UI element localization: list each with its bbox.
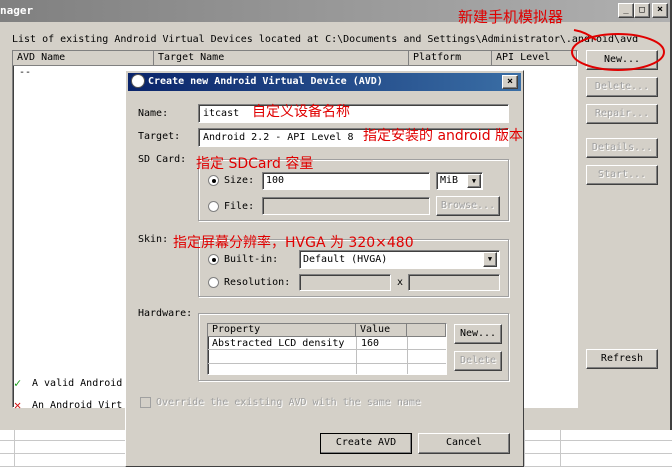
resolution-x: x (397, 277, 404, 288)
hardware-label: Hardware: (138, 308, 193, 319)
details-avd-button[interactable]: Details... (586, 138, 658, 158)
annotation-sdcard-capacity: 指定 SDCard 容量 (196, 156, 314, 172)
resolution-label: Resolution: (224, 277, 291, 288)
annotation-custom-name: 自定义设备名称 (252, 104, 350, 120)
create-avd-button[interactable]: Create AVD (320, 433, 412, 454)
legend-invalid: An Android Virt (32, 400, 123, 411)
target-label: Target: (138, 131, 181, 142)
hw-col-blank (407, 324, 446, 337)
override-label: Override the existing AVD with the same … (156, 397, 421, 408)
name-input-value: itcast (203, 108, 240, 119)
file-input[interactable] (262, 197, 430, 215)
target-select-value: Android 2.2 - API Level 8 (203, 132, 354, 143)
browse-button[interactable]: Browse... (436, 196, 500, 216)
col-platform[interactable]: Platform (409, 51, 492, 66)
legend-valid: A valid Android (32, 378, 123, 389)
hw-col-value[interactable]: Value (356, 324, 407, 337)
annotation-skin-resolution: 指定屏幕分辨率，HVGA 为 320×480 (173, 235, 414, 251)
dialog-close-button[interactable]: × (502, 75, 518, 89)
hw-row-property: Abstracted LCD density (212, 338, 345, 349)
refresh-button[interactable]: Refresh (586, 349, 658, 369)
size-unit-select[interactable]: MiB ▼ (436, 172, 483, 190)
hw-row[interactable]: Abstracted LCD density 160 (208, 337, 446, 350)
hw-col-divider-1 (356, 337, 357, 374)
builtin-label: Built-in: (224, 254, 279, 265)
file-label: File: (224, 201, 255, 212)
skin-label: Skin: (138, 234, 169, 245)
start-avd-button[interactable]: Start... (586, 165, 658, 185)
size-unit-dropdown-icon[interactable]: ▼ (467, 174, 481, 188)
cancel-button[interactable]: Cancel (418, 433, 510, 454)
valid-check-icon: ✓ (14, 376, 22, 390)
close-button[interactable]: × (652, 3, 668, 18)
size-input-value: 100 (266, 175, 285, 186)
override-checkbox[interactable] (140, 397, 151, 408)
list-caption: List of existing Android Virtual Devices… (12, 34, 639, 45)
col-api-level[interactable]: API Level (492, 51, 577, 66)
empty-row: -- (19, 67, 32, 78)
resolution-width-input[interactable] (299, 274, 391, 291)
sdcard-label: SD Card: (138, 154, 187, 165)
annotation-ellipse (571, 29, 665, 71)
builtin-select[interactable]: Default (HVGA) ▼ (299, 250, 500, 269)
hw-col-divider-2 (407, 337, 408, 374)
file-radio[interactable] (208, 201, 219, 212)
main-titlebar: nager _ □ × (0, 0, 670, 22)
builtin-dropdown-icon[interactable]: ▼ (483, 252, 497, 267)
col-avd-name[interactable]: AVD Name (13, 51, 154, 66)
resolution-height-input[interactable] (408, 274, 500, 291)
builtin-select-value: Default (HVGA) (303, 254, 388, 265)
dialog-titlebar: Create new Android Virtual Device (AVD) … (128, 73, 521, 91)
maximize-button[interactable]: □ (634, 3, 650, 18)
dialog-title: Create new Android Virtual Device (AVD) (148, 76, 383, 87)
size-label: Size: (224, 175, 255, 186)
repair-avd-button[interactable]: Repair... (586, 104, 658, 124)
size-unit-value: MiB (440, 175, 459, 186)
invalid-x-icon: ✕ (14, 398, 22, 412)
col-target-name[interactable]: Target Name (154, 51, 409, 66)
hw-delete-button[interactable]: Delete (454, 351, 502, 371)
main-title: nager (0, 4, 34, 17)
size-input[interactable]: 100 (262, 172, 430, 190)
hw-new-button[interactable]: New... (454, 324, 502, 344)
annotation-target-version: 指定安装的 android 版本 (363, 128, 524, 144)
eclipse-icon (131, 74, 145, 88)
hw-row-line (208, 363, 446, 364)
hw-col-property[interactable]: Property (208, 324, 356, 337)
name-input[interactable]: itcast (198, 104, 509, 123)
hardware-table[interactable]: Property Value Abstracted LCD density 16… (207, 323, 447, 375)
size-radio[interactable] (208, 175, 219, 186)
delete-avd-button[interactable]: Delete... (586, 77, 658, 97)
name-label: Name: (138, 108, 169, 119)
hw-row-value: 160 (361, 338, 380, 349)
builtin-radio[interactable] (208, 254, 219, 265)
resolution-radio[interactable] (208, 277, 219, 288)
minimize-button[interactable]: _ (618, 3, 634, 18)
annotation-new-emulator: 新建手机模拟器 (458, 8, 564, 26)
